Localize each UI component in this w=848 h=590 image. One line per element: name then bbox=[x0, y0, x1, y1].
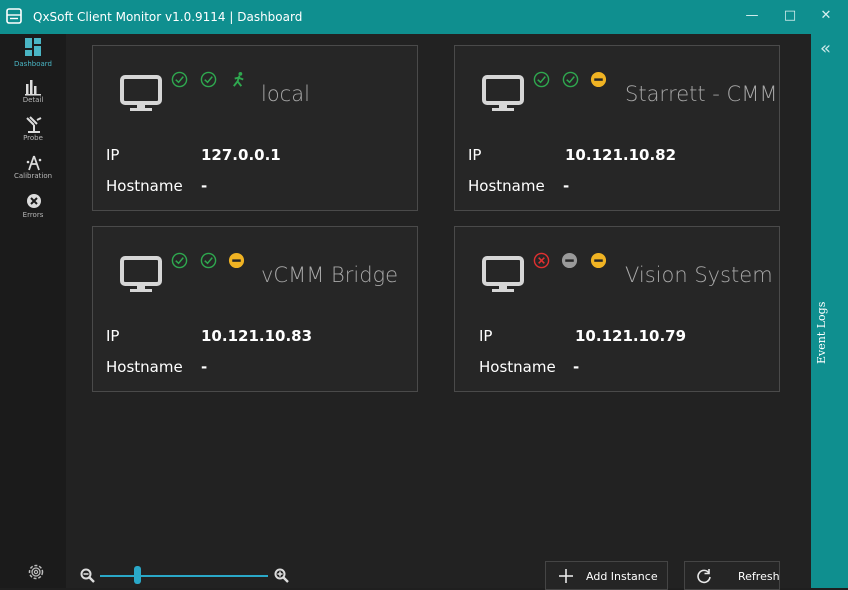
instance-card[interactable]: local IP 127.0.0.1 Hostname - bbox=[92, 45, 418, 211]
refresh-button[interactable]: Refresh bbox=[684, 561, 780, 590]
hostname-label: Hostname bbox=[106, 177, 183, 195]
settings-gear-icon[interactable] bbox=[26, 562, 46, 582]
event-logs-panel[interactable]: « Event Logs bbox=[811, 34, 848, 588]
check-circle-icon bbox=[200, 252, 217, 269]
nav-label-errors: Errors bbox=[22, 211, 44, 219]
ip-label: IP bbox=[106, 146, 120, 164]
nav-label-detail: Detail bbox=[22, 96, 44, 104]
instance-card[interactable]: Vision System IP 10.121.10.79 Hostname - bbox=[454, 226, 780, 392]
hostname-label: Hostname bbox=[479, 358, 556, 376]
check-circle-icon bbox=[533, 71, 550, 88]
nav-item-detail[interactable]: Detail bbox=[0, 76, 66, 114]
instance-name: local bbox=[261, 82, 310, 106]
ip-label: IP bbox=[479, 327, 493, 345]
nav-item-probe[interactable]: Probe bbox=[0, 114, 66, 152]
refresh-label: Refresh bbox=[738, 570, 780, 583]
hostname-label: Hostname bbox=[106, 358, 183, 376]
nav-label-calibration: Calibration bbox=[13, 172, 53, 180]
ip-value: 10.121.10.82 bbox=[565, 146, 677, 164]
ip-value: 10.121.10.83 bbox=[201, 327, 313, 345]
plus-icon bbox=[559, 569, 573, 583]
nav-item-calibration[interactable]: Calibration bbox=[0, 152, 66, 190]
ip-value: 10.121.10.79 bbox=[575, 327, 687, 345]
hostname-value: - bbox=[563, 177, 570, 195]
minus-circle-icon bbox=[590, 71, 607, 88]
hostname-value: - bbox=[201, 358, 208, 376]
minus-circle-icon bbox=[228, 252, 245, 269]
check-circle-icon bbox=[171, 71, 188, 88]
event-logs-label[interactable]: Event Logs bbox=[815, 284, 828, 364]
ip-value: 127.0.0.1 bbox=[201, 146, 281, 164]
hostname-value: - bbox=[201, 177, 208, 195]
error-circle-icon bbox=[533, 252, 550, 269]
minus-circle-icon bbox=[590, 252, 607, 269]
bar-chart-icon bbox=[25, 80, 41, 96]
hostname-label: Hostname bbox=[468, 177, 545, 195]
calibration-icon bbox=[26, 155, 42, 171]
close-button[interactable]: ✕ bbox=[815, 8, 837, 26]
instance-name: Starrett - CMM bbox=[625, 82, 778, 106]
nav-label-dashboard: Dashboard bbox=[14, 60, 52, 68]
nav-label-probe: Probe bbox=[23, 134, 43, 142]
monitor-icon bbox=[482, 256, 524, 292]
add-instance-button[interactable]: Add Instance bbox=[545, 561, 668, 590]
probe-icon bbox=[26, 116, 42, 133]
check-circle-icon bbox=[171, 252, 188, 269]
zoom-slider-thumb[interactable] bbox=[134, 566, 141, 584]
instance-card[interactable]: Starrett - CMM IP 10.121.10.82 Hostname … bbox=[454, 45, 780, 211]
monitor-icon bbox=[120, 256, 162, 292]
zoom-in-icon[interactable] bbox=[274, 568, 290, 584]
ip-label: IP bbox=[468, 146, 482, 164]
app-window: QxSoft Client Monitor v1.0.9114 | Dashbo… bbox=[0, 0, 848, 590]
monitor-icon bbox=[482, 75, 524, 111]
zoom-out-icon[interactable] bbox=[80, 568, 96, 584]
running-icon bbox=[233, 71, 244, 87]
instance-name: Vision System bbox=[625, 263, 773, 287]
window-title: QxSoft Client Monitor v1.0.9114 | Dashbo… bbox=[33, 10, 303, 24]
instance-card[interactable]: vCMM Bridge IP 10.121.10.83 Hostname - bbox=[92, 226, 418, 392]
check-circle-icon bbox=[200, 71, 217, 88]
maximize-button[interactable]: □ bbox=[779, 8, 801, 26]
check-circle-icon bbox=[562, 71, 579, 88]
add-instance-label: Add Instance bbox=[586, 570, 658, 583]
hostname-value: - bbox=[573, 358, 580, 376]
ip-label: IP bbox=[106, 327, 120, 345]
minimize-button[interactable]: — bbox=[741, 8, 763, 26]
error-icon bbox=[27, 194, 41, 208]
collapse-icon[interactable]: « bbox=[820, 38, 831, 59]
app-icon bbox=[6, 8, 22, 24]
instance-name: vCMM Bridge bbox=[261, 263, 399, 287]
nav-item-errors[interactable]: Errors bbox=[0, 190, 66, 228]
dashboard-icon bbox=[25, 38, 41, 56]
zoom-slider-track[interactable] bbox=[100, 575, 268, 577]
monitor-icon bbox=[120, 75, 162, 111]
minus-circle-icon bbox=[561, 252, 578, 269]
refresh-icon bbox=[697, 569, 711, 584]
title-bar[interactable]: QxSoft Client Monitor v1.0.9114 | Dashbo… bbox=[0, 0, 848, 34]
left-nav: Dashboard Detail Probe Calibration Error… bbox=[0, 34, 66, 588]
nav-item-dashboard[interactable]: Dashboard bbox=[0, 36, 66, 74]
